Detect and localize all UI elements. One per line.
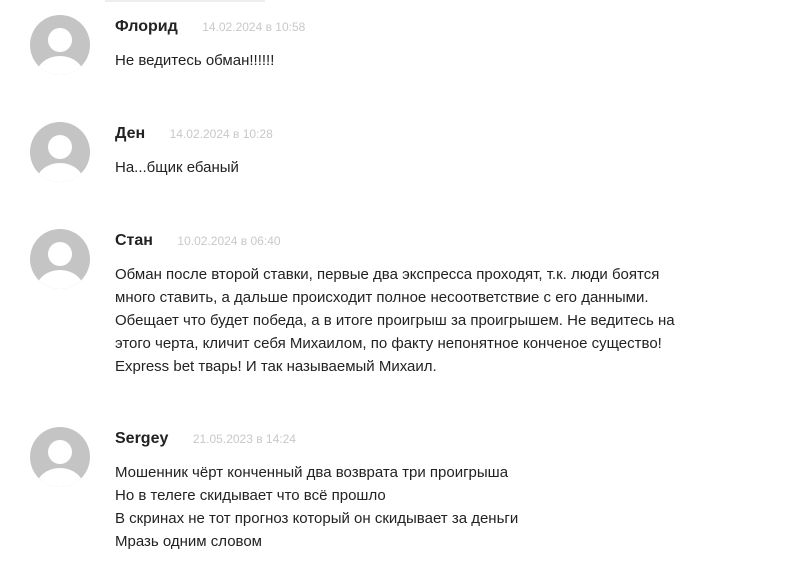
comment-line: В скринах не тот прогноз который он скид… (115, 510, 519, 527)
comment-author[interactable]: Sergey (115, 430, 168, 447)
avatar (30, 122, 90, 182)
comment-date[interactable]: 10.02.2024 в 06:40 (177, 234, 280, 248)
avatar-head-icon (48, 242, 72, 266)
avatar (30, 15, 90, 75)
comment-date[interactable]: 14.02.2024 в 10:58 (202, 20, 305, 34)
comment-line: Обман после второй ставки, первые два эк… (115, 266, 660, 283)
avatar-body-icon (36, 270, 84, 289)
avatar-body-icon (36, 468, 84, 487)
comment-text: Не ведитесь обман!!!!!! (115, 49, 775, 72)
comment-line: На...бщик ебаный (115, 159, 239, 176)
comment-line: Мразь одним словом (115, 533, 262, 550)
comment-line: много ставить, а дальше происходит полно… (115, 289, 649, 306)
comment-author[interactable]: Флорид (115, 18, 178, 35)
avatar-body-icon (36, 163, 84, 182)
avatar (30, 427, 90, 487)
comment-header: Sergey 21.05.2023 в 14:24 (115, 430, 296, 448)
comment-header: Ден 14.02.2024 в 10:28 (115, 125, 273, 143)
divider (105, 0, 265, 2)
comment-date[interactable]: 14.02.2024 в 10:28 (170, 127, 273, 141)
avatar-body-icon (36, 56, 84, 75)
comment-date[interactable]: 21.05.2023 в 14:24 (193, 432, 296, 446)
comment-header: Флорид 14.02.2024 в 10:58 (115, 18, 305, 36)
avatar-head-icon (48, 440, 72, 464)
comment-line: Но в телеге скидывает что всё прошло (115, 487, 386, 504)
avatar (30, 229, 90, 289)
comment-line: Обещает что будет победа, а в итоге прои… (115, 312, 675, 329)
comment-text: На...бщик ебаный (115, 156, 775, 179)
comment-line: Express bet тварь! И так называемый Миха… (115, 358, 437, 375)
comment-line: Не ведитесь обман!!!!!! (115, 52, 275, 69)
comment-line: Мошенник чёрт конченный два возврата три… (115, 464, 509, 481)
avatar-head-icon (48, 28, 72, 52)
comment-header: Стан 10.02.2024 в 06:40 (115, 232, 281, 250)
comment-author[interactable]: Стан (115, 232, 153, 249)
comment-text: Мошенник чёрт конченный два возврата три… (115, 461, 775, 553)
comment-author[interactable]: Ден (115, 125, 145, 142)
avatar-head-icon (48, 135, 72, 159)
comment-text: Обман после второй ставки, первые два эк… (115, 263, 775, 378)
comment-line: этого черта, кличит себя Михаилом, по фа… (115, 335, 662, 352)
